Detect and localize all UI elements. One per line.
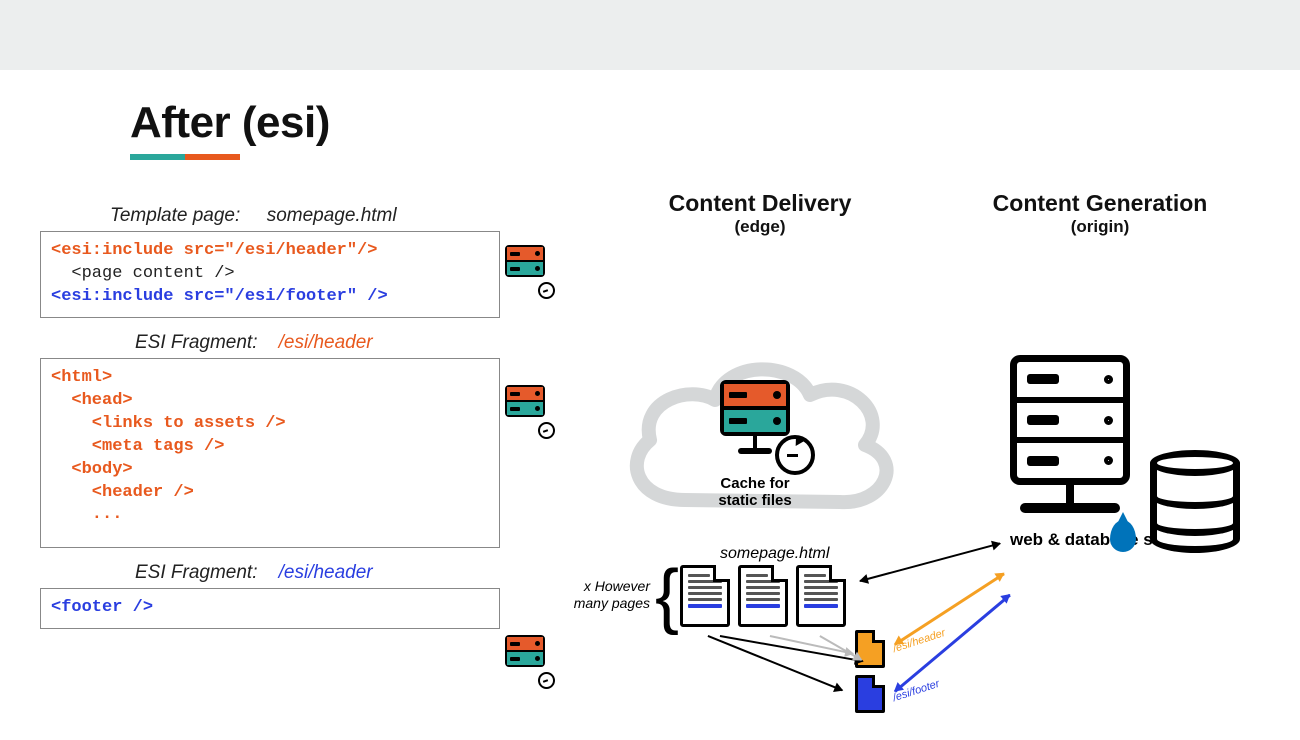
template-code-box: <esi:include src="/esi/header"/> <page c… — [40, 231, 500, 318]
frag-header-label: ESI Fragment: /esi/header — [135, 332, 500, 354]
arrow-icon — [708, 635, 843, 691]
content-generation-title: Content Generation — [985, 190, 1215, 217]
frag-header-code: <html> <head> <links to assets /> <meta … — [51, 368, 286, 525]
template-line-1: <esi:include src="/esi/header"/> — [51, 241, 377, 260]
document-icon — [738, 565, 788, 627]
cache-server-icon — [720, 380, 790, 436]
template-line-3: <esi:include src="/esi/footer" /> — [51, 287, 388, 306]
frag-footer-label-prefix: ESI Fragment: — [135, 562, 258, 583]
doc-label: somepage.html — [720, 545, 829, 563]
cloud-caption: Cache for static files — [718, 475, 791, 510]
curly-brace-icon: { — [655, 565, 679, 627]
template-label-prefix: Template page: — [110, 205, 240, 226]
many-pages-label: x However many pages — [555, 578, 650, 612]
clock-icon — [775, 435, 815, 475]
document-icon — [796, 565, 846, 627]
frag-header-code-box: <html> <head> <links to assets /> <meta … — [40, 358, 500, 548]
frag-footer-code: <footer /> — [51, 598, 153, 617]
arrow-icon — [894, 572, 1005, 645]
origin-server-icon — [1010, 355, 1130, 513]
content-delivery-sub: (edge) — [665, 217, 855, 237]
clock-icon — [538, 422, 555, 439]
edge-cache-cloud: Cache for static files — [615, 340, 895, 540]
frag-header-label-path: /esi/header — [279, 332, 373, 353]
cache-server-icon — [505, 385, 553, 433]
template-label: Template page: somepage.html — [110, 205, 500, 227]
document-icon — [680, 565, 730, 627]
template-label-file: somepage.html — [267, 205, 397, 226]
title-underline — [130, 154, 240, 160]
clock-icon — [538, 672, 555, 689]
content-generation-sub: (origin) — [985, 217, 1215, 237]
page-documents — [680, 565, 846, 627]
slide-title: After (esi) — [130, 98, 1250, 148]
left-column: Template page: somepage.html <esi:includ… — [40, 205, 500, 629]
arrow-icon — [860, 543, 1001, 582]
template-line-2: <page content /> — [51, 264, 235, 283]
frag-footer-code-box: <footer /> — [40, 588, 500, 629]
database-icon — [1150, 450, 1240, 560]
top-bar — [0, 0, 1300, 70]
cache-server-icon — [505, 245, 553, 293]
frag-header-label-prefix: ESI Fragment: — [135, 332, 258, 353]
content-generation-header: Content Generation (origin) — [985, 190, 1215, 237]
content-delivery-header: Content Delivery (edge) — [665, 190, 855, 237]
cache-server-icon — [505, 635, 553, 683]
drupal-icon — [1110, 520, 1136, 552]
fragment-footer-icon — [855, 675, 885, 713]
frag-footer-label-path: /esi/header — [279, 562, 373, 583]
frag-footer-label: ESI Fragment: /esi/header — [135, 562, 500, 584]
slide-content: After (esi) Content Delivery (edge) Cont… — [0, 70, 1300, 740]
clock-icon — [538, 282, 555, 299]
content-delivery-title: Content Delivery — [665, 190, 855, 217]
